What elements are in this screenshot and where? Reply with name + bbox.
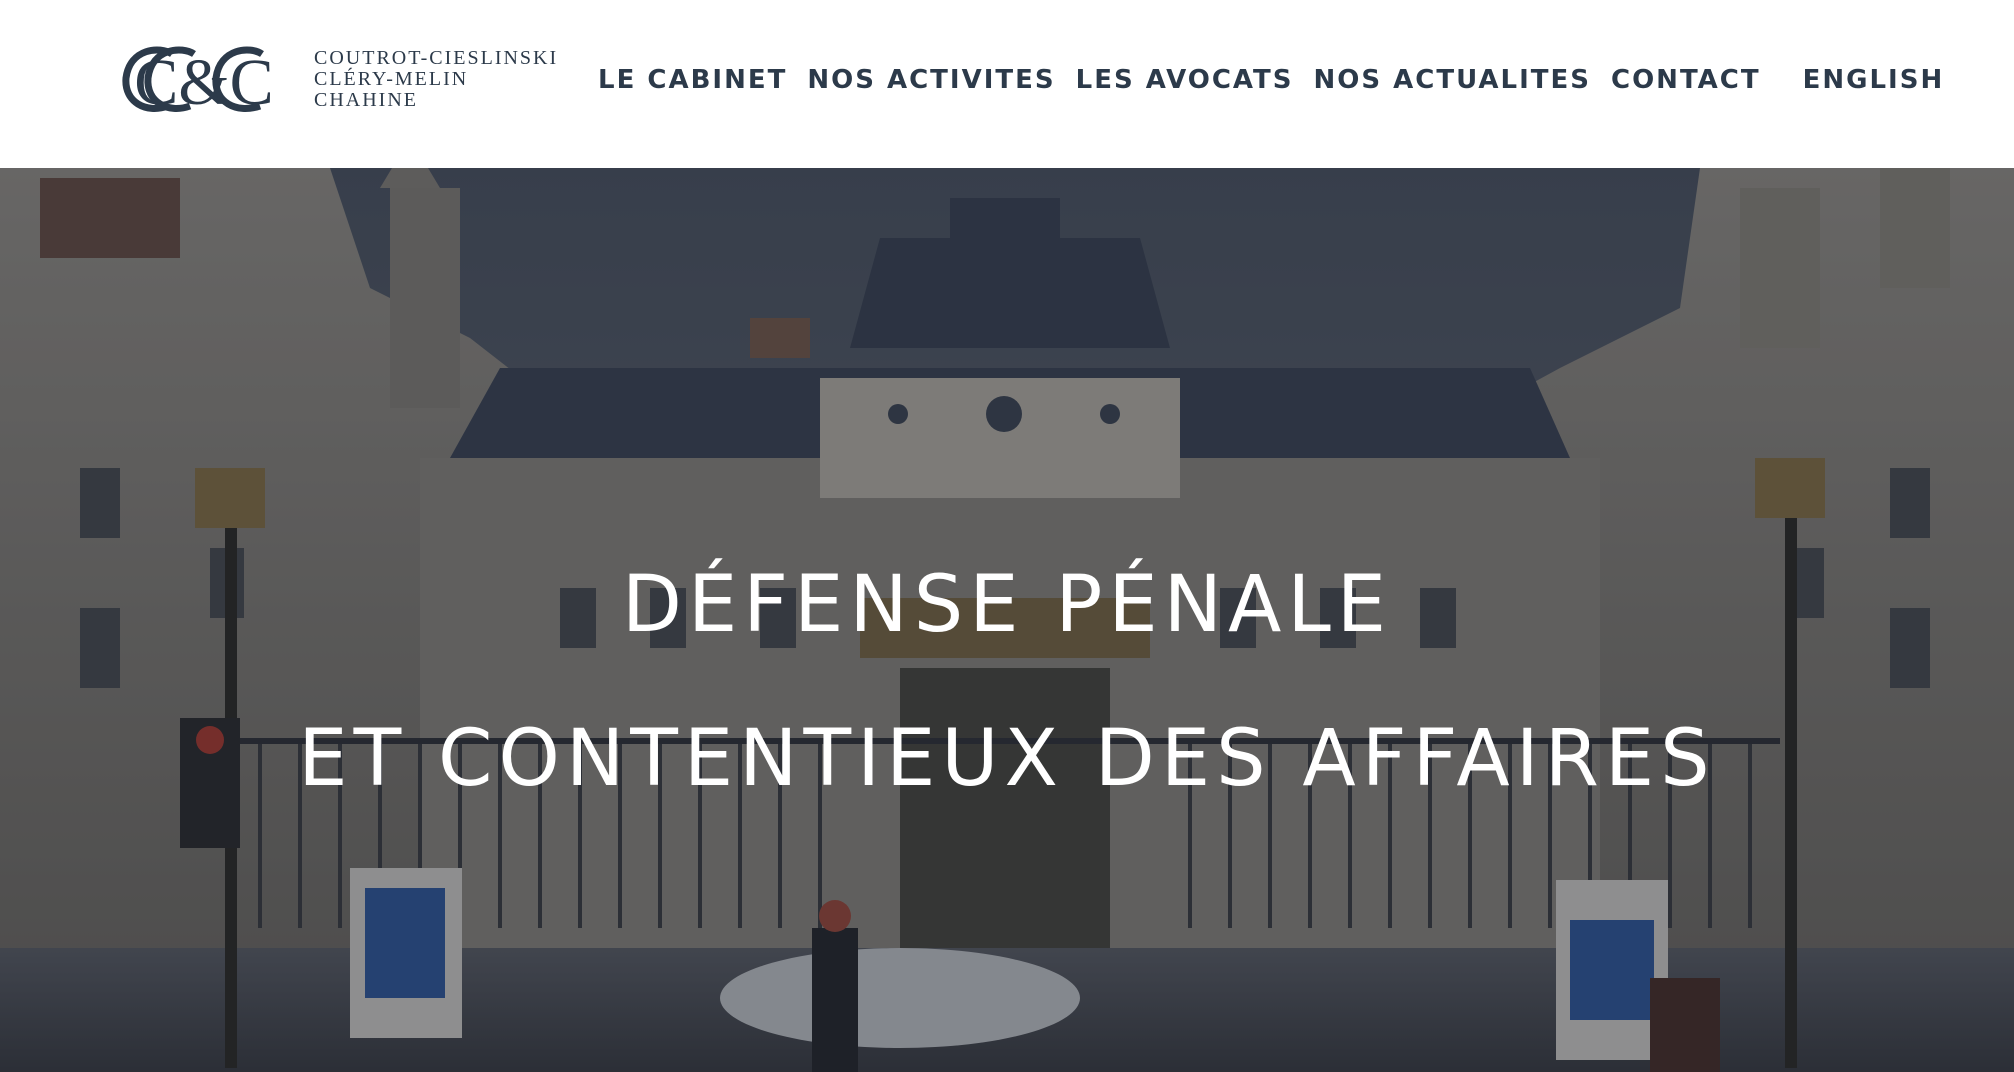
hero-banner: DÉFENSE PÉNALE ET CONTENTIEUX DES AFFAIR… [0, 168, 2014, 1072]
logo-monogram: C&C [122, 46, 270, 119]
hero-title: DÉFENSE PÉNALE ET CONTENTIEUX DES AFFAIR… [0, 528, 2014, 836]
main-nav: LE CABINET NOS ACTIVITES LES AVOCATS NOS… [598, 58, 1944, 102]
nav-nos-actualites[interactable]: NOS ACTUALITES [1314, 65, 1591, 95]
language-switch-english[interactable]: ENGLISH [1803, 65, 1945, 95]
nav-le-cabinet[interactable]: LE CABINET [598, 65, 787, 95]
nav-contact[interactable]: CONTACT [1611, 65, 1761, 95]
logo-line-3: CHAHINE [314, 89, 418, 111]
logo-ampersand: C&C [134, 46, 270, 119]
site-header: C&C COUTROT-CIESLINSKI CLÉRY-MELIN CHAHI… [0, 0, 2014, 168]
nav-nos-activites[interactable]: NOS ACTIVITES [807, 65, 1055, 95]
hero-title-line-1: DÉFENSE PÉNALE [621, 560, 1393, 650]
nav-les-avocats[interactable]: LES AVOCATS [1076, 65, 1294, 95]
hero-title-line-2: ET CONTENTIEUX DES AFFAIRES [298, 714, 1716, 804]
logo-line-1: COUTROT-CIESLINSKI [314, 47, 559, 69]
logo-link[interactable]: C&C COUTROT-CIESLINSKI CLÉRY-MELIN CHAHI… [120, 40, 580, 120]
logo-line-2: CLÉRY-MELIN [314, 68, 469, 90]
logo-firm-name: COUTROT-CIESLINSKI CLÉRY-MELIN CHAHINE [314, 48, 558, 111]
